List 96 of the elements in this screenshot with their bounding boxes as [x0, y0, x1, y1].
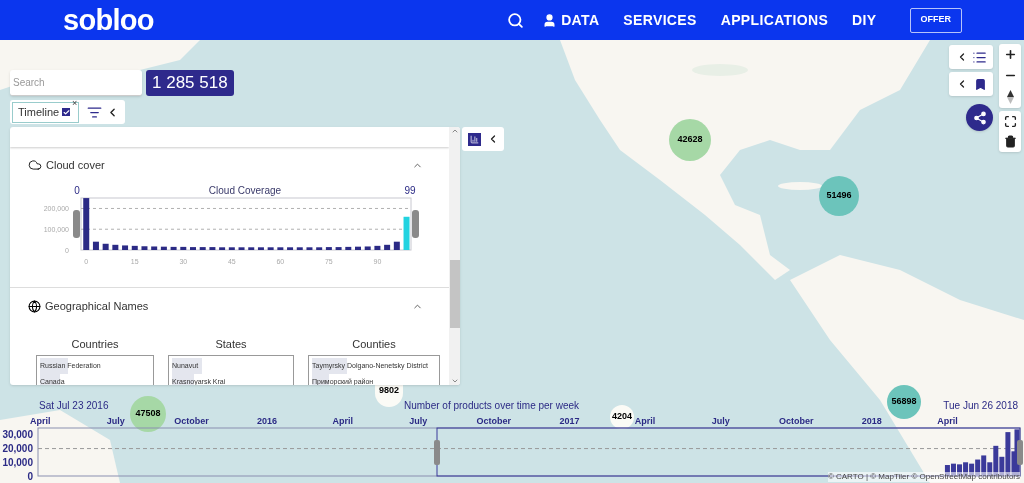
histogram-bar: [355, 246, 361, 250]
histogram-bar: [296, 247, 303, 250]
y-tick-label: 20,000: [2, 443, 33, 455]
column-title: States: [215, 337, 247, 352]
histogram-bar: [112, 244, 119, 250]
nav-link[interactable]: DIY: [852, 9, 877, 31]
histogram-bar: [316, 247, 323, 250]
x-tick-label: October: [174, 416, 209, 426]
column-title: Counties: [352, 337, 396, 352]
compass-icon[interactable]: [1006, 90, 1014, 104]
histogram-bar: [384, 244, 391, 250]
histogram-bar: [393, 241, 400, 250]
histogram-bar: [122, 245, 129, 250]
x-tick-label: July: [711, 416, 730, 426]
remove-chip[interactable]: ×: [71, 98, 78, 108]
logo[interactable]: sobloo: [63, 5, 154, 35]
zoom-in-icon[interactable]: [1003, 48, 1017, 61]
histogram-bar: [160, 246, 167, 250]
range-max: 99: [404, 185, 416, 196]
histogram-bar: [199, 247, 206, 250]
globe-icon: [28, 299, 41, 313]
histogram-bar: [277, 247, 284, 250]
x-tick-label: July: [409, 416, 428, 426]
filter-chip[interactable]: Timeline ×: [12, 101, 80, 123]
cloud-icon: [28, 158, 42, 172]
share-icon: [972, 110, 987, 125]
histogram-bar: [345, 246, 352, 250]
search-field[interactable]: Search: [10, 70, 142, 96]
range-handle[interactable]: [412, 210, 419, 238]
histogram-bar: [238, 247, 245, 250]
histogram-bar: [219, 247, 226, 250]
histogram-bar: [141, 246, 148, 250]
scroll-up-icon[interactable]: [450, 127, 459, 135]
histogram-bar: [325, 247, 332, 250]
y-tick-label: 30,000: [2, 429, 33, 441]
histogram-bar: [83, 198, 90, 250]
histogram-bar: [403, 216, 410, 250]
x-tick-label: July: [106, 416, 125, 426]
x-tick-label: 2016: [257, 416, 278, 426]
histogram-bar: [209, 247, 216, 250]
x-tick-label: April: [937, 416, 958, 426]
x-tick-label: 2017: [559, 416, 580, 426]
histogram-bar: [374, 245, 381, 250]
scrollbar[interactable]: [449, 127, 460, 385]
range-start-date: Sat Jul 23 2016: [39, 400, 109, 411]
map-attribution: © CARTO | © MapTiler © OpenStreetMap contributors: [827, 472, 1020, 482]
column-title: Countries: [71, 337, 119, 352]
scroll-down-icon[interactable]: [450, 377, 459, 385]
nav-link[interactable]: DATA: [561, 9, 600, 31]
offer-button[interactable]: OFFER: [909, 7, 962, 33]
range-handle[interactable]: [73, 210, 80, 238]
histogram-bar: [287, 247, 294, 250]
checkbox[interactable]: [62, 108, 71, 116]
histogram-bar: [170, 246, 177, 250]
fullscreen-icon[interactable]: [1003, 114, 1017, 128]
range-handle[interactable]: [434, 440, 440, 465]
x-tick-label: October: [476, 416, 512, 426]
user-icon[interactable]: [542, 12, 558, 28]
histogram-bar: [131, 245, 138, 250]
x-tick-label: April: [30, 416, 51, 426]
x-tick-label: April: [634, 416, 656, 426]
histogram-bar: [228, 247, 235, 250]
x-tick-label: October: [779, 416, 814, 426]
y-tick-label: 10,000: [2, 456, 33, 468]
list-icon[interactable]: [971, 49, 987, 65]
timeline-title: Number of products over time per week: [404, 399, 580, 413]
histogram-bar: [102, 243, 109, 250]
filter-icon[interactable]: [87, 104, 103, 120]
nav-link[interactable]: APPLICATIONS: [720, 9, 829, 31]
histogram-bar: [190, 247, 196, 250]
nav-link[interactable]: SERVICES: [623, 9, 697, 31]
y-tick-label: 0: [27, 470, 33, 482]
histogram-bar: [92, 241, 99, 250]
histogram-bar: [306, 247, 313, 250]
section-title: Cloud cover: [46, 157, 105, 173]
histogram-bar: [180, 246, 187, 250]
section-title: Geographical Names: [45, 298, 149, 314]
range-min: 0: [74, 185, 80, 196]
trash-icon[interactable]: [1003, 135, 1017, 149]
x-tick-label: April: [332, 416, 353, 426]
range-handle[interactable]: [1017, 440, 1023, 465]
histogram-bar: [151, 246, 158, 250]
search-icon[interactable]: [507, 11, 525, 29]
x-tick-label: 2018: [861, 416, 882, 426]
chart-icon[interactable]: [467, 132, 481, 146]
histogram-bar: [267, 247, 274, 250]
histogram-bar: [335, 247, 342, 250]
histogram-bar: [248, 247, 255, 250]
product-count: 1 285 518: [146, 70, 234, 96]
histogram-bar: [364, 246, 371, 250]
range-end-date: Tue Jun 26 2018: [943, 399, 1018, 413]
bookmark-icon[interactable]: [973, 77, 987, 91]
scroll-thumb[interactable]: [449, 260, 460, 328]
chart-title: Cloud Coverage: [208, 185, 282, 196]
histogram-bar: [257, 247, 264, 250]
cluster-marker[interactable]: 9802: [375, 385, 403, 407]
